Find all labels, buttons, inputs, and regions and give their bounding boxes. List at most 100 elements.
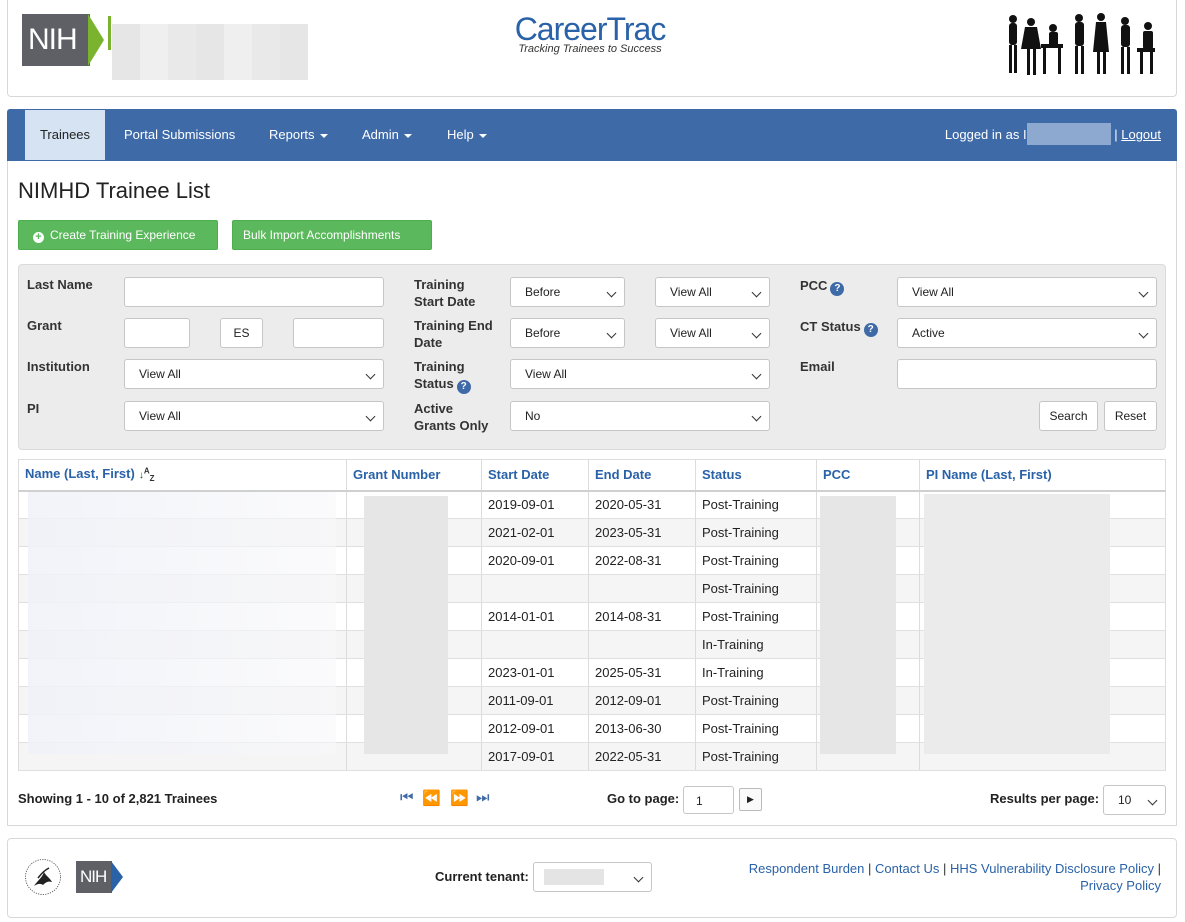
status-cell: Post-Training xyxy=(695,602,817,631)
logout-link[interactable]: Logout xyxy=(1121,127,1161,142)
active-grants-label-line2: Grants Only xyxy=(414,418,489,433)
footer-links: Respondent Burden | Contact Us | HHS Vul… xyxy=(749,860,1161,894)
nav-reports[interactable]: Reports xyxy=(254,109,343,161)
results-per-page-select[interactable]: 10 xyxy=(1103,785,1166,815)
ct-status-select[interactable]: Active xyxy=(897,318,1157,348)
nav-admin[interactable]: Admin xyxy=(347,109,427,161)
training-end-label-line1: Training End xyxy=(414,318,493,333)
column-header-end-date[interactable]: End Date xyxy=(588,459,696,492)
search-button[interactable]: Search xyxy=(1039,401,1098,431)
caret-down-icon xyxy=(319,133,328,138)
column-header-start-date[interactable]: Start Date xyxy=(481,459,589,492)
contact-us-link[interactable]: Contact Us xyxy=(875,861,939,876)
sort-ascending-icon[interactable]: ↓AZ xyxy=(139,467,155,483)
training-end-date-select[interactable]: View All xyxy=(655,318,770,348)
column-header-pi-name[interactable]: PI Name (Last, First) xyxy=(919,459,1166,492)
grant-label: Grant xyxy=(27,318,62,333)
training-end-operator-select[interactable]: Before xyxy=(510,318,625,348)
footer-separator: | xyxy=(942,861,947,876)
results-summary: Showing 1 - 10 of 2,821 Trainees xyxy=(18,791,218,806)
nav-help-label: Help xyxy=(447,127,474,142)
pcc-redacted xyxy=(820,496,896,754)
end-date-cell: 2022-08-31 xyxy=(588,546,696,575)
help-icon[interactable]: ? xyxy=(863,323,878,337)
training-status-label: Training Status? xyxy=(414,358,471,394)
institute-divider xyxy=(108,16,111,50)
nav-trainees[interactable]: Trainees xyxy=(25,110,105,160)
footer-nih-logo[interactable]: NIH xyxy=(76,861,112,893)
caret-down-icon xyxy=(403,133,412,138)
vulnerability-policy-link[interactable]: HHS Vulnerability Disclosure Policy xyxy=(950,861,1154,876)
status-cell: In-Training xyxy=(695,630,817,659)
tenant-value-redacted xyxy=(544,869,604,885)
start-date-cell: 2019-09-01 xyxy=(481,490,589,519)
goto-page-input[interactable]: 1 xyxy=(683,786,734,814)
training-end-label-line2: Date xyxy=(414,335,443,350)
pcc-label: PCC? xyxy=(800,277,845,296)
last-name-input[interactable] xyxy=(124,277,384,307)
training-start-label-line1: Training xyxy=(414,277,465,292)
help-icon[interactable]: ? xyxy=(456,380,471,394)
bulk-import-button[interactable]: Bulk Import Accomplishments xyxy=(232,220,432,250)
app-subtitle: Tracking Trainees to Success xyxy=(518,43,662,55)
pcc-select[interactable]: View All xyxy=(897,277,1157,307)
active-grants-label: Active Grants Only xyxy=(414,400,488,434)
nih-logo[interactable]: NIH xyxy=(22,14,104,66)
start-date-cell: 2011-09-01 xyxy=(481,686,589,715)
footer-separator: | xyxy=(868,861,872,876)
nav-reports-label: Reports xyxy=(269,127,315,142)
end-date-cell: 2023-05-31 xyxy=(588,518,696,547)
caret-down-icon xyxy=(478,133,487,138)
help-icon[interactable]: ? xyxy=(830,282,845,296)
institution-label: Institution xyxy=(27,359,90,374)
respondent-burden-link[interactable]: Respondent Burden xyxy=(749,861,865,876)
reset-button[interactable]: Reset xyxy=(1104,401,1157,431)
hhs-seal-icon[interactable] xyxy=(24,858,62,896)
institution-select[interactable]: View All xyxy=(124,359,384,389)
start-date-cell: 2012-09-01 xyxy=(481,714,589,743)
start-date-cell xyxy=(481,630,589,659)
email-input[interactable] xyxy=(897,359,1157,389)
active-grants-select[interactable]: No xyxy=(510,401,770,431)
nav-help[interactable]: Help xyxy=(432,109,502,161)
last-page-icon[interactable]: ⏭ xyxy=(476,789,490,806)
create-training-experience-button[interactable]: + Create Training Experience xyxy=(18,220,218,250)
training-start-date-select[interactable]: View All xyxy=(655,277,770,307)
nav-portal-submissions-label: Portal Submissions xyxy=(124,127,236,142)
column-header-name[interactable]: Name (Last, First) ↓AZ xyxy=(18,459,347,492)
end-date-cell xyxy=(588,630,696,659)
first-page-icon[interactable]: ⏮ xyxy=(400,789,414,806)
grant-numbers-redacted xyxy=(364,496,448,754)
results-per-page-label: Results per page: xyxy=(990,791,1100,806)
training-start-operator-select[interactable]: Before xyxy=(510,277,625,307)
nav-portal-submissions[interactable]: Portal Submissions xyxy=(109,109,250,161)
next-page-icon[interactable]: ⏩ xyxy=(450,789,469,807)
footer-nih-chevron xyxy=(111,861,123,893)
bulk-import-label: Bulk Import Accomplishments xyxy=(243,228,401,242)
grant-serial-input[interactable] xyxy=(293,318,384,348)
status-cell: Post-Training xyxy=(695,490,817,519)
training-end-label: Training End Date xyxy=(414,317,493,351)
grant-institute-input[interactable]: ES xyxy=(220,318,263,348)
privacy-policy-link[interactable]: Privacy Policy xyxy=(1080,878,1161,893)
column-header-grant-number[interactable]: Grant Number xyxy=(346,459,482,492)
column-header-status[interactable]: Status xyxy=(695,459,817,492)
page-title: NIMHD Trainee List xyxy=(18,178,210,203)
people-silhouette-icon xyxy=(1009,13,1155,75)
username-redacted xyxy=(1026,123,1111,146)
training-status-select[interactable]: View All xyxy=(510,359,770,389)
start-date-cell: 2023-01-01 xyxy=(481,658,589,687)
logged-in-separator: | xyxy=(1114,127,1118,142)
previous-page-icon[interactable]: ⏪ xyxy=(422,789,441,807)
filter-panel: Last Name Grant ES Institution View All … xyxy=(18,264,1166,450)
pi-select[interactable]: View All xyxy=(124,401,384,431)
goto-page-play-icon[interactable]: ▶ xyxy=(739,788,762,811)
current-tenant-select[interactable] xyxy=(533,862,652,892)
end-date-cell: 2014-08-31 xyxy=(588,602,696,631)
grant-prefix-input[interactable] xyxy=(124,318,190,348)
current-tenant-label: Current tenant: xyxy=(435,869,529,884)
training-start-label-line2: Start Date xyxy=(414,294,476,309)
create-training-experience-label: Create Training Experience xyxy=(50,228,196,242)
column-header-pcc[interactable]: PCC xyxy=(816,459,920,492)
names-redacted xyxy=(28,492,336,754)
